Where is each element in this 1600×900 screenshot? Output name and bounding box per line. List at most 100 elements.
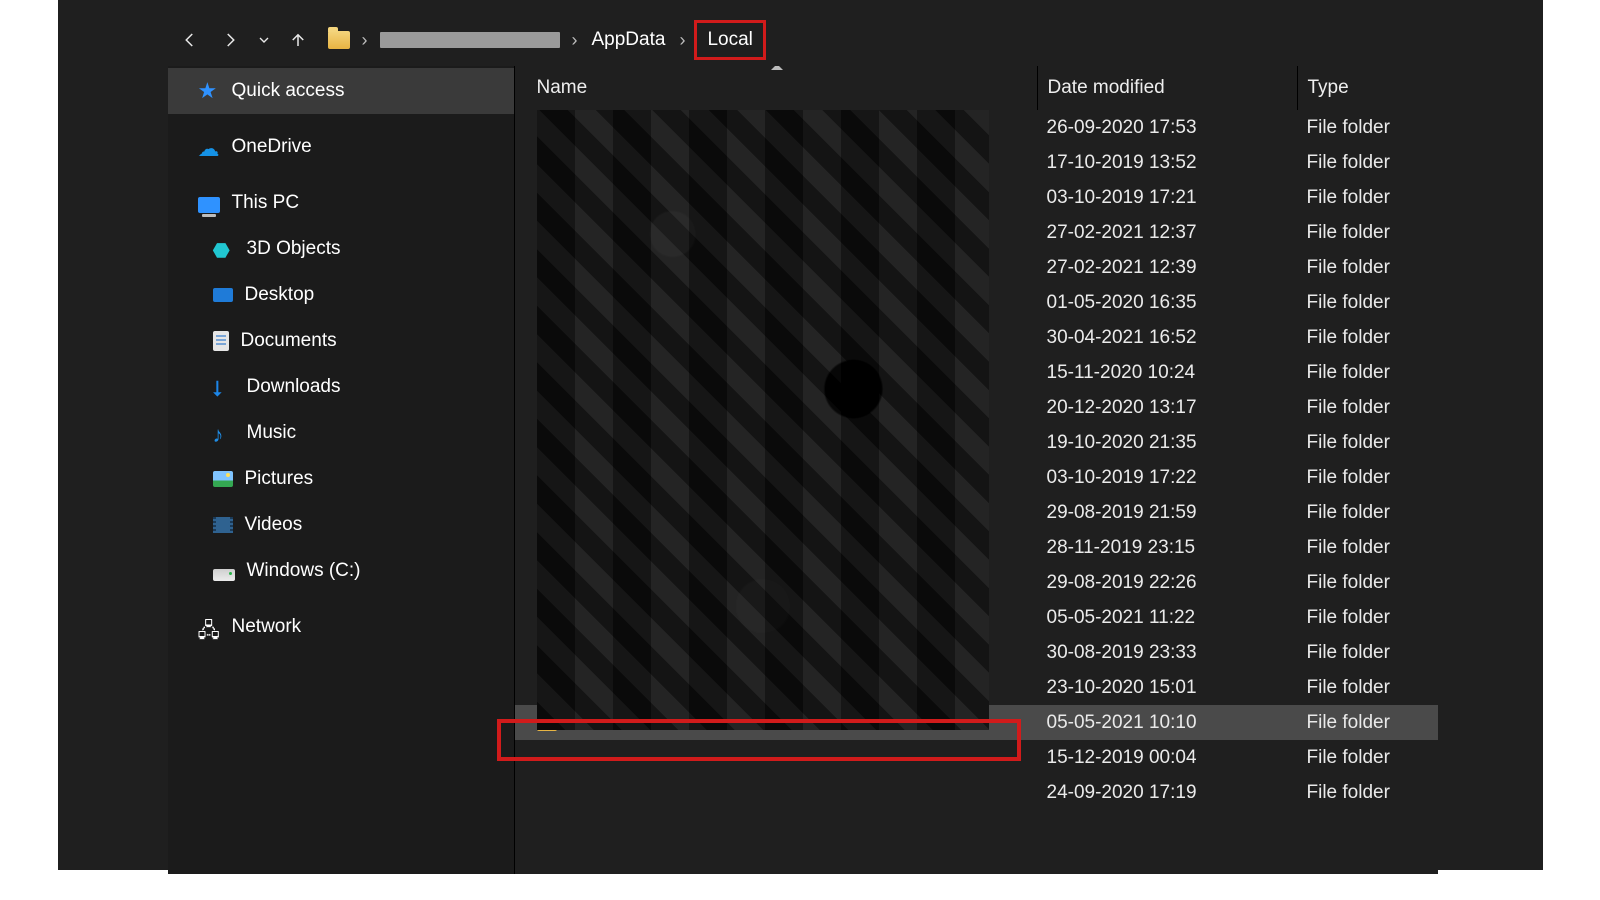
file-type: File folder (1297, 117, 1438, 139)
navigation-pane: ★ Quick access ☁ OneDrive This PC ⬣ 3D O… (168, 66, 515, 874)
file-row[interactable]: 19-10-2020 21:35File folder (515, 425, 1438, 460)
drive-icon (213, 569, 235, 581)
sidebar-item-label: Network (232, 616, 302, 638)
file-type: File folder (1297, 572, 1438, 594)
sidebar-item-videos[interactable]: Videos (168, 502, 514, 548)
sort-ascending-icon (771, 66, 783, 70)
breadcrumb-separator-icon: › (362, 30, 368, 51)
breadcrumb-separator-icon: › (679, 30, 685, 51)
video-icon (213, 517, 233, 533)
sidebar-item-downloads[interactable]: ⭣ Downloads (168, 364, 514, 410)
file-type: File folder (1297, 152, 1438, 174)
music-icon: ♪ (213, 422, 235, 444)
sidebar-item-label: Videos (245, 514, 303, 536)
file-row[interactable]: 29-08-2019 22:26File folder (515, 565, 1438, 600)
file-type: File folder (1297, 642, 1438, 664)
star-icon: ★ (198, 80, 220, 102)
sidebar-item-network[interactable]: 🖧 Network (168, 604, 514, 650)
sidebar-item-label: Documents (241, 330, 337, 352)
file-date: 29-08-2019 22:26 (1037, 572, 1297, 594)
file-type: File folder (1297, 607, 1438, 629)
file-row[interactable]: Discord 05-05-2021 10:10File folder (515, 705, 1438, 740)
document-icon (213, 331, 229, 351)
column-header-name[interactable]: Name (537, 66, 1037, 110)
file-type: File folder (1297, 327, 1438, 349)
folder-icon (537, 715, 557, 731)
file-row[interactable]: 23-10-2020 15:01File folder (515, 670, 1438, 705)
cloud-icon: ☁ (198, 136, 220, 158)
file-type: File folder (1297, 712, 1438, 734)
sidebar-item-desktop[interactable]: Desktop (168, 272, 514, 318)
back-button[interactable] (176, 26, 204, 54)
sidebar-item-quick-access[interactable]: ★ Quick access (168, 68, 514, 114)
file-type: File folder (1297, 747, 1438, 769)
file-type: File folder (1297, 362, 1438, 384)
sidebar-item-3d-objects[interactable]: ⬣ 3D Objects (168, 226, 514, 272)
file-date: 05-05-2021 11:22 (1037, 607, 1297, 629)
forward-button[interactable] (216, 26, 244, 54)
file-date: 30-04-2021 16:52 (1037, 327, 1297, 349)
explorer-window: › › AppData › Local ★ Quick access ☁ One… (168, 14, 1438, 874)
file-date: 17-10-2019 13:52 (1037, 152, 1297, 174)
file-type: File folder (1297, 222, 1438, 244)
file-date: 15-11-2020 10:24 (1037, 362, 1297, 384)
file-row[interactable]: 24-09-2020 17:19File folder (515, 775, 1438, 810)
file-row[interactable]: 26-09-2020 17:53File folder (515, 110, 1438, 145)
file-type: File folder (1297, 677, 1438, 699)
address-bar[interactable]: › › AppData › Local (328, 25, 763, 55)
file-type: File folder (1297, 292, 1438, 314)
file-date: 20-12-2020 13:17 (1037, 397, 1297, 419)
file-row[interactable]: 03-10-2019 17:22File folder (515, 460, 1438, 495)
file-date: 27-02-2021 12:39 (1037, 257, 1297, 279)
folder-icon (328, 31, 350, 49)
file-type: File folder (1297, 257, 1438, 279)
file-date: 27-02-2021 12:37 (1037, 222, 1297, 244)
file-date: 24-09-2020 17:19 (1037, 782, 1297, 804)
file-row[interactable]: 28-11-2019 23:15File folder (515, 530, 1438, 565)
file-date: 05-05-2021 10:10 (1037, 712, 1297, 734)
file-row[interactable]: 15-11-2020 10:24File folder (515, 355, 1438, 390)
breadcrumb-redacted[interactable] (380, 32, 560, 48)
file-row[interactable]: 27-02-2021 12:37File folder (515, 215, 1438, 250)
file-row[interactable]: 29-08-2019 21:59File folder (515, 495, 1438, 530)
file-type: File folder (1297, 537, 1438, 559)
column-header-row: Name Date modified Type (515, 66, 1438, 110)
file-row[interactable]: 20-12-2020 13:17File folder (515, 390, 1438, 425)
up-button[interactable] (284, 26, 312, 54)
navigation-bar: › › AppData › Local (168, 14, 1438, 66)
file-date: 19-10-2020 21:35 (1037, 432, 1297, 454)
file-list: Name Date modified Type 26-09-2020 17:53… (515, 66, 1438, 874)
file-name: Discord (567, 712, 631, 734)
recent-locations-dropdown[interactable] (256, 26, 272, 54)
file-row[interactable]: 30-08-2019 23:33File folder (515, 635, 1438, 670)
sidebar-item-pictures[interactable]: Pictures (168, 456, 514, 502)
sidebar-item-onedrive[interactable]: ☁ OneDrive (168, 124, 514, 170)
file-row[interactable]: 03-10-2019 17:21File folder (515, 180, 1438, 215)
column-header-type[interactable]: Type (1297, 66, 1438, 110)
breadcrumb-separator-icon: › (572, 30, 578, 51)
file-row[interactable]: 15-12-2019 00:04File folder (515, 740, 1438, 775)
breadcrumb-appdata[interactable]: AppData (590, 29, 668, 51)
sidebar-item-drive-c[interactable]: Windows (C:) (168, 548, 514, 594)
sidebar-item-label: Pictures (245, 468, 314, 490)
breadcrumb-local[interactable]: Local (697, 23, 762, 57)
cube-icon: ⬣ (213, 238, 235, 260)
sidebar-item-label: OneDrive (232, 136, 312, 158)
sidebar-item-label: Downloads (247, 376, 341, 398)
column-header-date[interactable]: Date modified (1037, 66, 1297, 110)
sidebar-item-documents[interactable]: Documents (168, 318, 514, 364)
sidebar-item-this-pc[interactable]: This PC (168, 180, 514, 226)
file-type: File folder (1297, 782, 1438, 804)
network-icon: 🖧 (198, 616, 220, 638)
file-row[interactable]: 17-10-2019 13:52File folder (515, 145, 1438, 180)
file-date: 03-10-2019 17:22 (1037, 467, 1297, 489)
file-type: File folder (1297, 432, 1438, 454)
sidebar-item-music[interactable]: ♪ Music (168, 410, 514, 456)
file-date: 23-10-2020 15:01 (1037, 677, 1297, 699)
file-row[interactable]: 05-05-2021 11:22File folder (515, 600, 1438, 635)
file-date: 29-08-2019 21:59 (1037, 502, 1297, 524)
file-row[interactable]: 01-05-2020 16:35File folder (515, 285, 1438, 320)
file-row[interactable]: 27-02-2021 12:39File folder (515, 250, 1438, 285)
file-date: 30-08-2019 23:33 (1037, 642, 1297, 664)
file-row[interactable]: 30-04-2021 16:52File folder (515, 320, 1438, 355)
